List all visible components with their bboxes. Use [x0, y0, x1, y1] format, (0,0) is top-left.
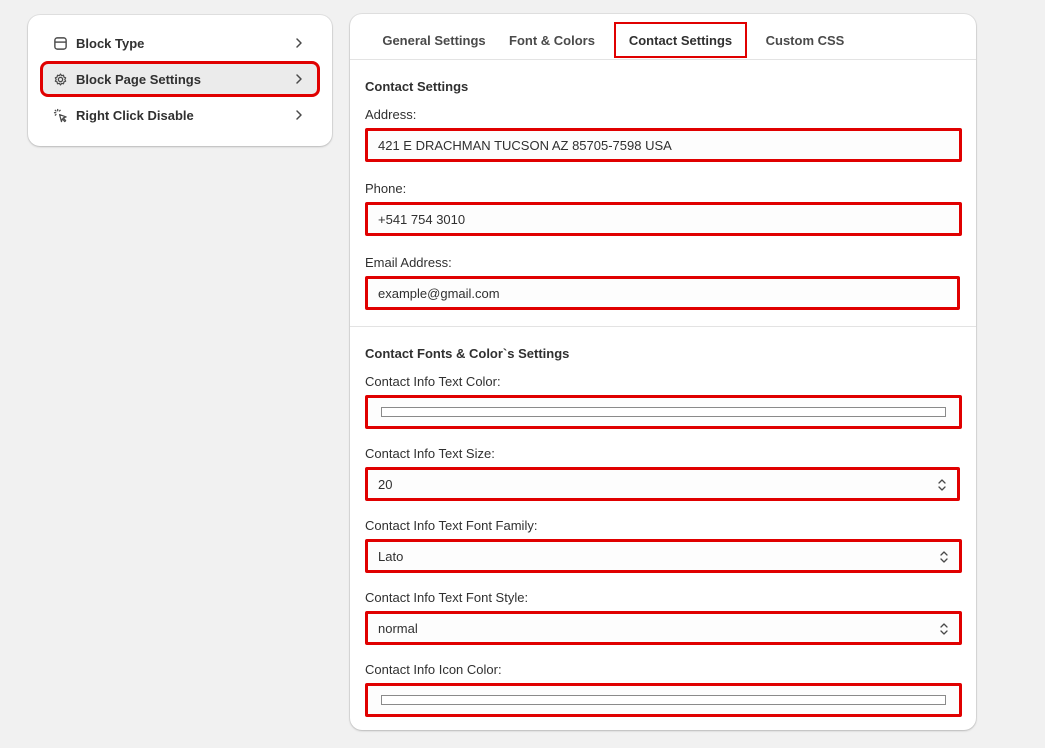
- cursor-click-icon: [52, 107, 68, 123]
- chevron-right-icon: [292, 36, 306, 50]
- email-label: Email Address:: [365, 255, 452, 270]
- tab-font-colors[interactable]: Font & Colors: [502, 22, 602, 58]
- font-style-select[interactable]: normal: [365, 611, 962, 645]
- phone-value: +541 754 3010: [378, 211, 466, 227]
- settings-panel: General Settings Font & Colors Contact S…: [350, 14, 976, 730]
- sidebar-item-label: Block Type: [76, 35, 145, 51]
- layout-block-icon: [52, 35, 68, 51]
- up-down-chevron-icon: [938, 621, 950, 637]
- sidebar-item-label: Right Click Disable: [76, 107, 194, 123]
- phone-label: Phone:: [365, 181, 407, 196]
- text-size-label: Contact Info Text Size:: [365, 446, 495, 461]
- text-color-input[interactable]: [365, 395, 962, 429]
- text-size-value: 20: [378, 476, 393, 492]
- email-value: example@gmail.com: [378, 285, 500, 301]
- address-value: 421 E DRACHMAN TUCSON AZ 85705-7598 USA: [378, 137, 672, 153]
- sidebar-item-block-page-settings[interactable]: Block Page Settings: [40, 61, 320, 97]
- chevron-right-icon: [292, 72, 306, 86]
- section-divider: [350, 326, 976, 327]
- icon-color-input[interactable]: [365, 683, 962, 717]
- text-size-stepper[interactable]: 20: [365, 467, 960, 501]
- sidebar-item-block-type[interactable]: Block Type: [42, 27, 318, 59]
- chevron-right-icon: [292, 108, 306, 122]
- gear-icon: [52, 71, 68, 87]
- sidebar-item-right-click-disable[interactable]: Right Click Disable: [42, 99, 318, 131]
- up-down-chevron-icon: [938, 549, 950, 565]
- font-family-label: Contact Info Text Font Family:: [365, 518, 538, 533]
- contact-settings-heading: Contact Settings: [365, 79, 469, 94]
- font-family-value: Lato: [378, 548, 404, 564]
- icon-color-swatch: [381, 695, 946, 705]
- tab-custom-css[interactable]: Custom CSS: [755, 22, 855, 58]
- address-label: Address:: [365, 107, 417, 122]
- tab-bar: General Settings Font & Colors Contact S…: [350, 14, 976, 60]
- address-input[interactable]: 421 E DRACHMAN TUCSON AZ 85705-7598 USA: [365, 128, 962, 162]
- sidebar-item-label: Block Page Settings: [76, 71, 201, 87]
- fonts-colors-heading: Contact Fonts & Color`s Settings: [365, 346, 570, 361]
- up-down-chevron-icon[interactable]: [936, 477, 948, 493]
- text-color-swatch: [381, 407, 946, 417]
- phone-input[interactable]: +541 754 3010: [365, 202, 962, 236]
- sidebar-card: Block Type Block Page Settings Right Cli…: [28, 15, 332, 146]
- email-input[interactable]: example@gmail.com: [365, 276, 960, 310]
- text-color-label: Contact Info Text Color:: [365, 374, 501, 389]
- font-style-label: Contact Info Text Font Style:: [365, 590, 529, 605]
- tab-general-settings[interactable]: General Settings: [364, 22, 504, 58]
- tab-contact-settings[interactable]: Contact Settings: [614, 22, 747, 58]
- icon-color-label: Contact Info Icon Color:: [365, 662, 502, 677]
- font-style-value: normal: [378, 620, 418, 636]
- font-family-select[interactable]: Lato: [365, 539, 962, 573]
